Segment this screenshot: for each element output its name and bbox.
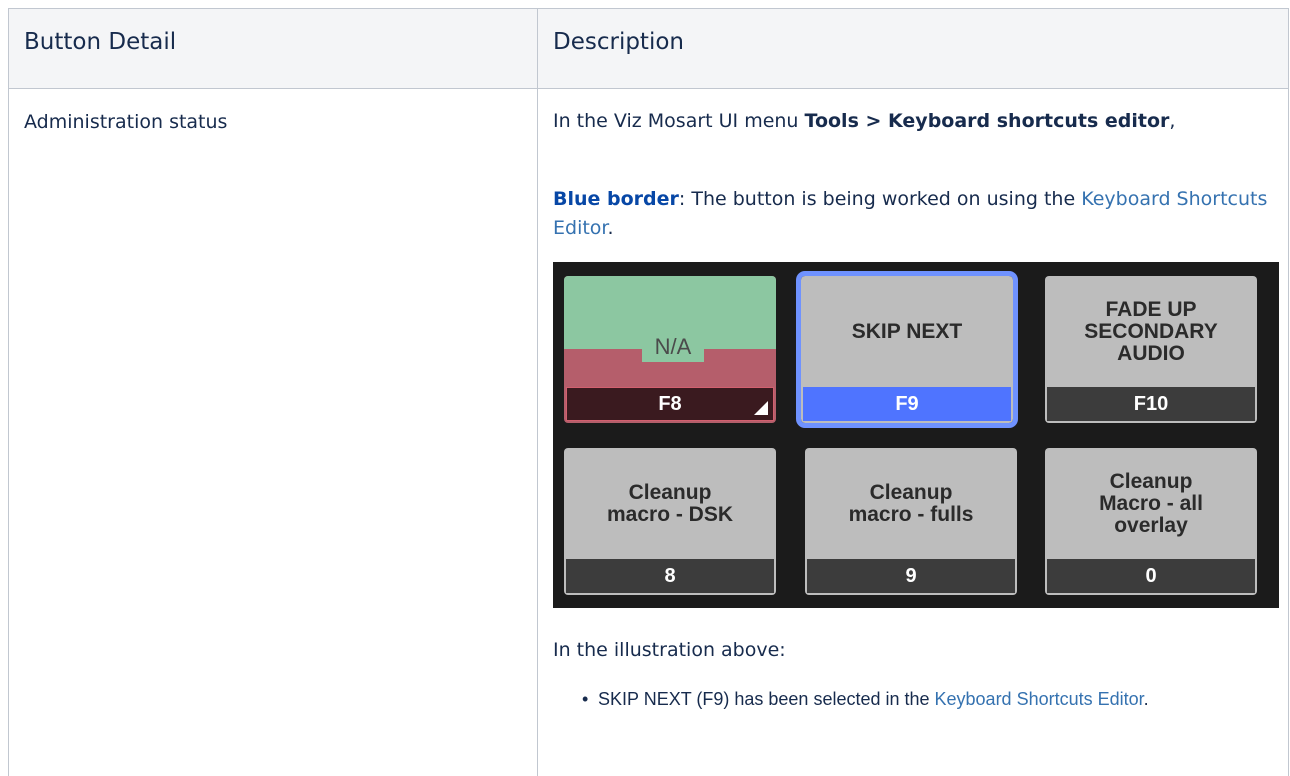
blue-border-period: . (607, 217, 614, 239)
shortcut-button-skip-next: SKIP NEXT F9 (796, 271, 1018, 428)
table-header-divider (8, 88, 1289, 89)
key-label-f8: F8 (566, 387, 774, 421)
blue-border-term: Blue border (553, 188, 679, 210)
shortcut-button-cleanup-macro-all-overlay: Cleanup Macro - all overlay 0 (1045, 448, 1257, 595)
shortcut-button-fade-up-secondary-audio: FADE UP SECONDARY AUDIO F10 (1045, 276, 1257, 423)
description-paragraph-blue-border: Blue border: The button is being worked … (553, 185, 1273, 243)
table-border-top (8, 8, 1289, 9)
header-button-detail: Button Detail (24, 29, 177, 55)
bullet-text: SKIP NEXT (F9) has been selected in the … (598, 682, 1272, 716)
bullet-text-intro: SKIP NEXT (F9) has been selected in the (598, 689, 935, 709)
table-border-left (8, 8, 9, 776)
button-label-cleanup-macro-fulls: Cleanup macro - fulls (848, 480, 974, 526)
keyboard-shortcuts-editor-link-2[interactable]: Keyboard Shortcuts Editor (935, 689, 1144, 709)
shortcut-button-cleanup-macro-fulls: Cleanup macro - fulls 9 (805, 448, 1017, 595)
key-label-f10: F10 (1047, 387, 1255, 421)
button-label-cleanup-macro-dsk: Cleanup macro - DSK (606, 480, 734, 526)
bullet-list-item: • SKIP NEXT (F9) has been selected in th… (582, 682, 1272, 716)
description-paragraph-menu: In the Viz Mosart UI menu Tools > Keyboa… (553, 107, 1273, 136)
bullet-marker: • (582, 689, 589, 709)
button-label-skip-next: SKIP NEXT (851, 319, 963, 343)
key-label-0: 0 (1047, 559, 1255, 593)
description-paragraph-illustration-note: In the illustration above: (553, 639, 786, 661)
shortcut-button-cleanup-macro-dsk: Cleanup macro - DSK 8 (564, 448, 776, 595)
table-column-divider (537, 8, 538, 776)
description-table: Button Detail Description Administration… (0, 0, 1290, 776)
corner-triangle-icon (754, 401, 768, 415)
blue-border-text: : The button is being worked on using th… (678, 188, 1082, 210)
menu-path: Tools > Keyboard shortcuts editor (804, 110, 1170, 132)
button-label-na: N/A (642, 332, 704, 362)
header-description: Description (553, 29, 684, 55)
shortcut-button-na: N/A F8 (564, 276, 776, 423)
button-label-cleanup-macro-all-overlay: Cleanup Macro - all overlay (1099, 469, 1203, 537)
key-label-9: 9 (807, 559, 1015, 593)
row-label-administration-status: Administration status (24, 111, 228, 133)
key-label-f9: F9 (803, 387, 1011, 421)
shortcut-buttons-illustration: N/A F8 SKIP NEXT F9 FADE UP SECONDARY AU… (553, 262, 1279, 608)
table-border-right (1288, 8, 1289, 776)
menu-intro-text: In the Viz Mosart UI menu (553, 110, 805, 132)
bullet-period: . (1143, 689, 1149, 709)
key-label-8: 8 (566, 559, 774, 593)
menu-comma: , (1169, 110, 1176, 132)
button-label-fade-up-secondary-audio: FADE UP SECONDARY AUDIO (1084, 297, 1218, 365)
